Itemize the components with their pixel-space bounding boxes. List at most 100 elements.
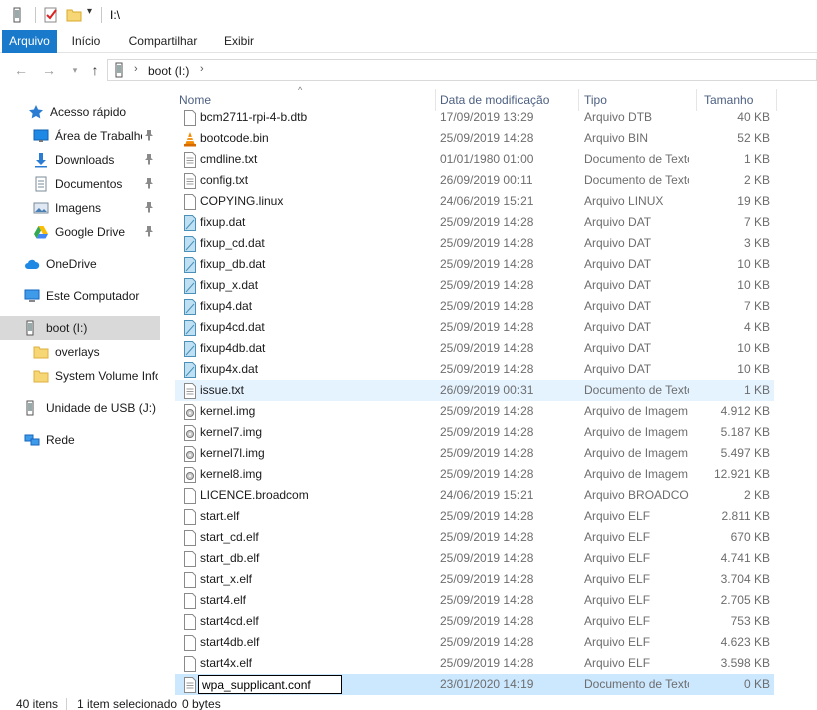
forward-arrow-icon[interactable]: → bbox=[41, 62, 57, 78]
nav-item-label: Downloads bbox=[55, 153, 115, 167]
file-name: start_cd.elf bbox=[200, 530, 259, 544]
tab-exibir[interactable]: Exibir bbox=[216, 30, 262, 53]
dat-file-icon bbox=[183, 215, 197, 231]
file-row[interactable]: start_x.elf 25/09/2019 14:28 Arquivo ELF 3.… bbox=[175, 569, 774, 590]
back-arrow-icon[interactable]: ← bbox=[13, 62, 29, 78]
tab-arquivo[interactable]: Arquivo bbox=[2, 30, 57, 53]
file-date: 25/09/2019 14:28 bbox=[440, 425, 534, 439]
file-row[interactable]: fixup4.dat 25/09/2019 14:28 Arquivo DAT 7 K… bbox=[175, 296, 774, 317]
usb-drive-icon bbox=[24, 400, 40, 416]
file-date: 25/09/2019 14:28 bbox=[440, 530, 534, 544]
dat-file-icon bbox=[183, 278, 197, 294]
file-row[interactable]: fixup4x.dat 25/09/2019 14:28 Arquivo DAT 10… bbox=[175, 359, 774, 380]
nav-item-documentos[interactable]: Documentos bbox=[0, 172, 160, 196]
pin-icon[interactable] bbox=[144, 201, 156, 215]
file-size: 1 KB bbox=[743, 383, 770, 397]
file-name: start4x.elf bbox=[200, 656, 253, 670]
nav-item-label: OneDrive bbox=[46, 257, 97, 271]
google-drive-icon bbox=[33, 224, 49, 240]
file-row[interactable]: fixup_cd.dat 25/09/2019 14:28 Arquivo DAT 3… bbox=[175, 233, 774, 254]
file-row[interactable]: cmdline.txt 01/01/1980 01:00 Documento de … bbox=[175, 149, 774, 170]
file-date: 25/09/2019 14:28 bbox=[440, 236, 534, 250]
file-type: Arquivo DAT bbox=[584, 278, 652, 292]
file-date: 25/09/2019 14:28 bbox=[440, 320, 534, 334]
file-size: 10 KB bbox=[737, 257, 770, 271]
folder-icon bbox=[33, 368, 49, 384]
file-row[interactable]: start4db.elf 25/09/2019 14:28 Arquivo ELF 4… bbox=[175, 632, 774, 653]
file-row[interactable]: start.elf 25/09/2019 14:28 Arquivo ELF 2.81… bbox=[175, 506, 774, 527]
nav-item-system-volume-informa[interactable]: System Volume Informa bbox=[0, 364, 160, 388]
file-row[interactable]: COPYING.linux 24/06/2019 15:21 Arquivo LIN… bbox=[175, 191, 774, 212]
pin-icon[interactable] bbox=[144, 153, 156, 167]
file-icon bbox=[183, 572, 197, 588]
file-date: 25/09/2019 14:28 bbox=[440, 572, 534, 586]
file-icon bbox=[183, 110, 197, 126]
star-icon bbox=[28, 104, 44, 120]
file-row[interactable]: start_db.elf 25/09/2019 14:28 Arquivo ELF 4… bbox=[175, 548, 774, 569]
breadcrumb-chevron-icon[interactable]: › bbox=[134, 63, 138, 75]
column-header-name[interactable]: Nome bbox=[179, 93, 211, 107]
file-size: 4.741 KB bbox=[720, 551, 770, 565]
file-row[interactable]: config.txt 26/09/2019 00:11 Documento de T… bbox=[175, 170, 774, 191]
file-row[interactable]: kernel.img 25/09/2019 14:28 Arquivo de Ima… bbox=[175, 401, 774, 422]
file-size: 2 KB bbox=[743, 173, 770, 187]
nav-item-google-drive[interactable]: Google Drive bbox=[0, 220, 160, 244]
pin-icon[interactable] bbox=[144, 177, 156, 191]
properties-icon[interactable] bbox=[43, 7, 59, 26]
nav-item-este-computador[interactable]: Este Computador bbox=[0, 284, 160, 308]
file-date: 26/09/2019 00:31 bbox=[440, 383, 534, 397]
file-row[interactable]: 23/01/2020 14:19 Documento de Texto 0 KB bbox=[175, 674, 774, 695]
file-type: Arquivo DAT bbox=[584, 299, 652, 313]
breadcrumb-boot[interactable]: boot (I:) bbox=[148, 64, 189, 78]
file-row[interactable]: bootcode.bin 25/09/2019 14:28 Arquivo BIN 5… bbox=[175, 128, 774, 149]
file-row[interactable]: fixup_x.dat 25/09/2019 14:28 Arquivo DAT 10… bbox=[175, 275, 774, 296]
file-row[interactable]: fixup4db.dat 25/09/2019 14:28 Arquivo DAT 1… bbox=[175, 338, 774, 359]
nav-item-overlays[interactable]: overlays bbox=[0, 340, 160, 364]
column-header-size[interactable]: Tamanho bbox=[704, 93, 753, 107]
file-row[interactable]: start4cd.elf 25/09/2019 14:28 Arquivo ELF 7… bbox=[175, 611, 774, 632]
nav-item-downloads[interactable]: Downloads bbox=[0, 148, 160, 172]
nav-item-imagens[interactable]: Imagens bbox=[0, 196, 160, 220]
up-arrow-icon[interactable]: ↑ bbox=[87, 62, 103, 78]
file-date: 25/09/2019 14:28 bbox=[440, 467, 534, 481]
nav-item-boot-i[interactable]: boot (I:) bbox=[0, 316, 160, 340]
file-row[interactable]: fixup_db.dat 25/09/2019 14:28 Arquivo DAT 1… bbox=[175, 254, 774, 275]
file-row[interactable]: issue.txt 26/09/2019 00:31 Documento de Te… bbox=[175, 380, 774, 401]
column-divider[interactable] bbox=[776, 89, 777, 111]
nav-item-onedrive[interactable]: OneDrive bbox=[0, 252, 160, 276]
nav-item-unidade-de-usb-j[interactable]: Unidade de USB (J:) bbox=[0, 396, 160, 420]
file-date: 25/09/2019 14:28 bbox=[440, 656, 534, 670]
file-row[interactable]: LICENCE.broadcom 24/06/2019 15:21 Arquivo … bbox=[175, 485, 774, 506]
file-row[interactable]: fixup.dat 25/09/2019 14:28 Arquivo DAT 7 KB bbox=[175, 212, 774, 233]
nav-item-rea-de-trabalho[interactable]: Área de Trabalho bbox=[0, 124, 160, 148]
file-row[interactable]: start_cd.elf 25/09/2019 14:28 Arquivo ELF 6… bbox=[175, 527, 774, 548]
new-folder-icon[interactable] bbox=[66, 7, 82, 26]
pin-icon[interactable] bbox=[144, 225, 156, 239]
file-row[interactable]: kernel7.img 25/09/2019 14:28 Arquivo de Im… bbox=[175, 422, 774, 443]
pin-icon[interactable] bbox=[144, 129, 156, 143]
file-row[interactable]: start4x.elf 25/09/2019 14:28 Arquivo ELF 3.… bbox=[175, 653, 774, 674]
column-header-type[interactable]: Tipo bbox=[584, 93, 607, 107]
file-row[interactable]: kernel8.img 25/09/2019 14:28 Arquivo de Im… bbox=[175, 464, 774, 485]
tab-compartilhar[interactable]: Compartilhar bbox=[120, 30, 206, 53]
file-row[interactable]: kernel7l.img 25/09/2019 14:28 Arquivo de I… bbox=[175, 443, 774, 464]
file-size: 3.704 KB bbox=[720, 572, 770, 586]
nav-item-rede[interactable]: Rede bbox=[0, 428, 160, 452]
address-bar[interactable]: › boot (I:) › bbox=[107, 59, 817, 81]
file-row[interactable]: bcm2711-rpi-4-b.dtb 17/09/2019 13:29 Arqui… bbox=[175, 107, 774, 128]
file-row[interactable]: fixup4cd.dat 25/09/2019 14:28 Arquivo DAT 4… bbox=[175, 317, 774, 338]
file-name: start_db.elf bbox=[200, 551, 260, 565]
nav-item-acesso-r-pido[interactable]: Acesso rápido bbox=[0, 100, 160, 124]
breadcrumb-chevron-icon[interactable]: › bbox=[200, 63, 204, 75]
file-size: 52 KB bbox=[737, 131, 770, 145]
status-bar: 40 itens 1 item selecionado 0 bytes bbox=[0, 697, 817, 710]
cloud-icon bbox=[24, 256, 40, 272]
file-name: start4.elf bbox=[200, 593, 247, 607]
file-row[interactable]: start4.elf 25/09/2019 14:28 Arquivo ELF 2.7… bbox=[175, 590, 774, 611]
recent-locations-chevron-icon[interactable]: ▾ bbox=[67, 62, 83, 78]
rename-input[interactable] bbox=[198, 675, 342, 694]
item-count: 40 itens bbox=[16, 697, 59, 710]
customize-toolbar-icon[interactable]: ▾ bbox=[87, 6, 92, 17]
tab-inicio[interactable]: Início bbox=[62, 30, 110, 53]
column-header-date[interactable]: Data de modificação bbox=[440, 93, 549, 107]
